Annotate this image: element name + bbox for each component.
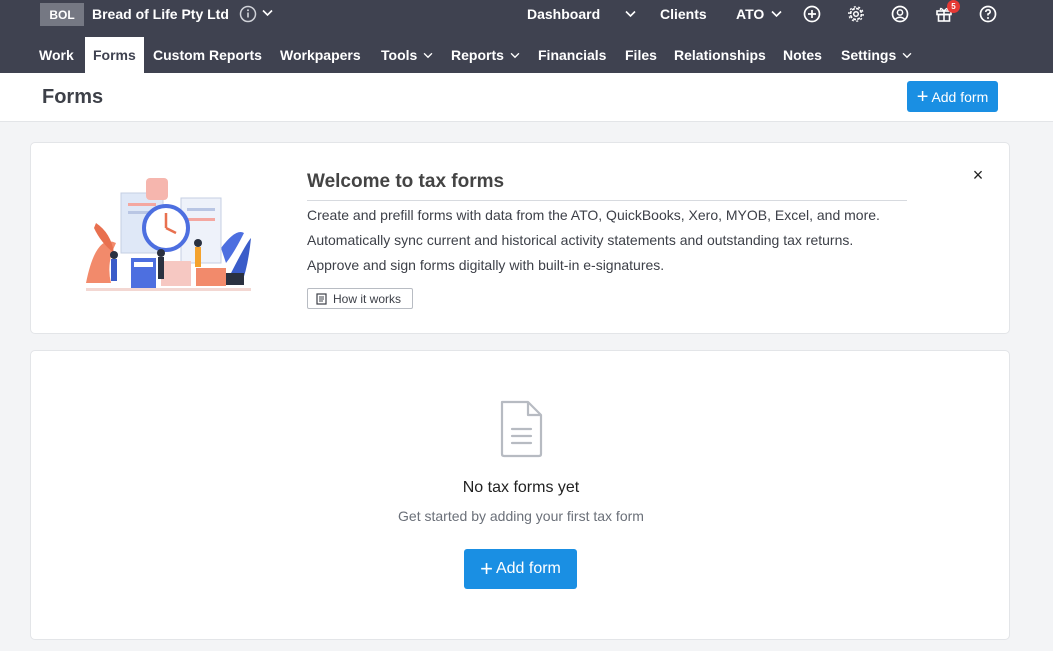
welcome-description-line: Automatically sync current and historica…	[307, 232, 854, 248]
chevron-down-icon[interactable]	[262, 9, 273, 17]
nav-item-financials[interactable]: Financials	[538, 37, 606, 73]
nav-item-label: Tools	[381, 47, 418, 63]
top-bar-row: BOL Bread of Life Pty Ltd Dashboard Clie…	[0, 0, 1053, 30]
client-name[interactable]: Bread of Life Pty Ltd	[92, 6, 229, 22]
divider	[307, 200, 907, 201]
nav-item-tools[interactable]: Tools	[381, 37, 433, 73]
notification-count-badge: 5	[947, 0, 960, 13]
gear-icon[interactable]	[847, 5, 865, 23]
chevron-down-icon	[423, 52, 433, 59]
nav-item-notes[interactable]: Notes	[783, 37, 822, 73]
client-badge[interactable]: BOL	[40, 3, 84, 26]
nav-item-settings[interactable]: Settings	[841, 37, 912, 73]
plus-circle-icon[interactable]	[803, 5, 821, 23]
dashboard-link[interactable]: Dashboard	[527, 6, 600, 22]
nav-item-forms[interactable]: Forms	[85, 37, 144, 73]
chevron-down-icon	[510, 52, 520, 59]
welcome-card: Welcome to tax forms Create and prefill …	[30, 142, 1010, 334]
welcome-description-line: Approve and sign forms digitally with bu…	[307, 257, 665, 273]
welcome-description-line: Create and prefill forms with data from …	[307, 207, 880, 223]
empty-state-card: No tax forms yet Get started by adding y…	[30, 350, 1010, 640]
ato-link[interactable]: ATO	[736, 6, 764, 22]
info-icon[interactable]	[239, 5, 257, 23]
plus-icon: +	[916, 85, 929, 108]
page-header: Forms + Add form	[0, 73, 1053, 122]
empty-state-subtitle: Get started by adding your first tax for…	[398, 508, 644, 524]
nav-item-files[interactable]: Files	[625, 37, 657, 73]
nav-item-relationships[interactable]: Relationships	[674, 37, 766, 73]
how-it-works-label: How it works	[333, 291, 402, 306]
top-bar: BOL Bread of Life Pty Ltd Dashboard Clie…	[0, 0, 1053, 73]
add-form-button[interactable]: + Add form	[907, 81, 998, 112]
tax-forms-illustration	[76, 173, 256, 298]
chevron-down-icon	[902, 52, 912, 59]
nav-item-reports[interactable]: Reports	[451, 37, 520, 73]
plus-icon: +	[480, 556, 493, 581]
main-nav: Work Forms Custom Reports Workpapers Too…	[0, 37, 1053, 73]
book-icon	[316, 292, 327, 305]
add-form-button[interactable]: + Add form	[464, 549, 577, 589]
chevron-down-icon[interactable]	[771, 10, 782, 18]
add-form-label: Add form	[495, 560, 561, 577]
user-circle-icon[interactable]	[891, 5, 909, 23]
nav-item-custom-reports[interactable]: Custom Reports	[153, 37, 262, 73]
nav-item-label: Reports	[451, 47, 504, 63]
how-it-works-button[interactable]: How it works	[307, 288, 413, 309]
help-icon[interactable]	[979, 5, 997, 23]
close-icon[interactable]: ×	[971, 166, 985, 184]
welcome-title: Welcome to tax forms	[307, 171, 505, 192]
clients-link[interactable]: Clients	[660, 6, 707, 22]
nav-item-workpapers[interactable]: Workpapers	[280, 37, 361, 73]
nav-item-label: Settings	[841, 47, 897, 63]
add-form-label: Add form	[931, 88, 989, 105]
empty-state-title: No tax forms yet	[462, 479, 580, 496]
document-icon	[498, 399, 544, 459]
chevron-down-icon[interactable]	[625, 10, 636, 18]
page-title: Forms	[42, 86, 104, 108]
nav-item-work[interactable]: Work	[39, 37, 74, 73]
